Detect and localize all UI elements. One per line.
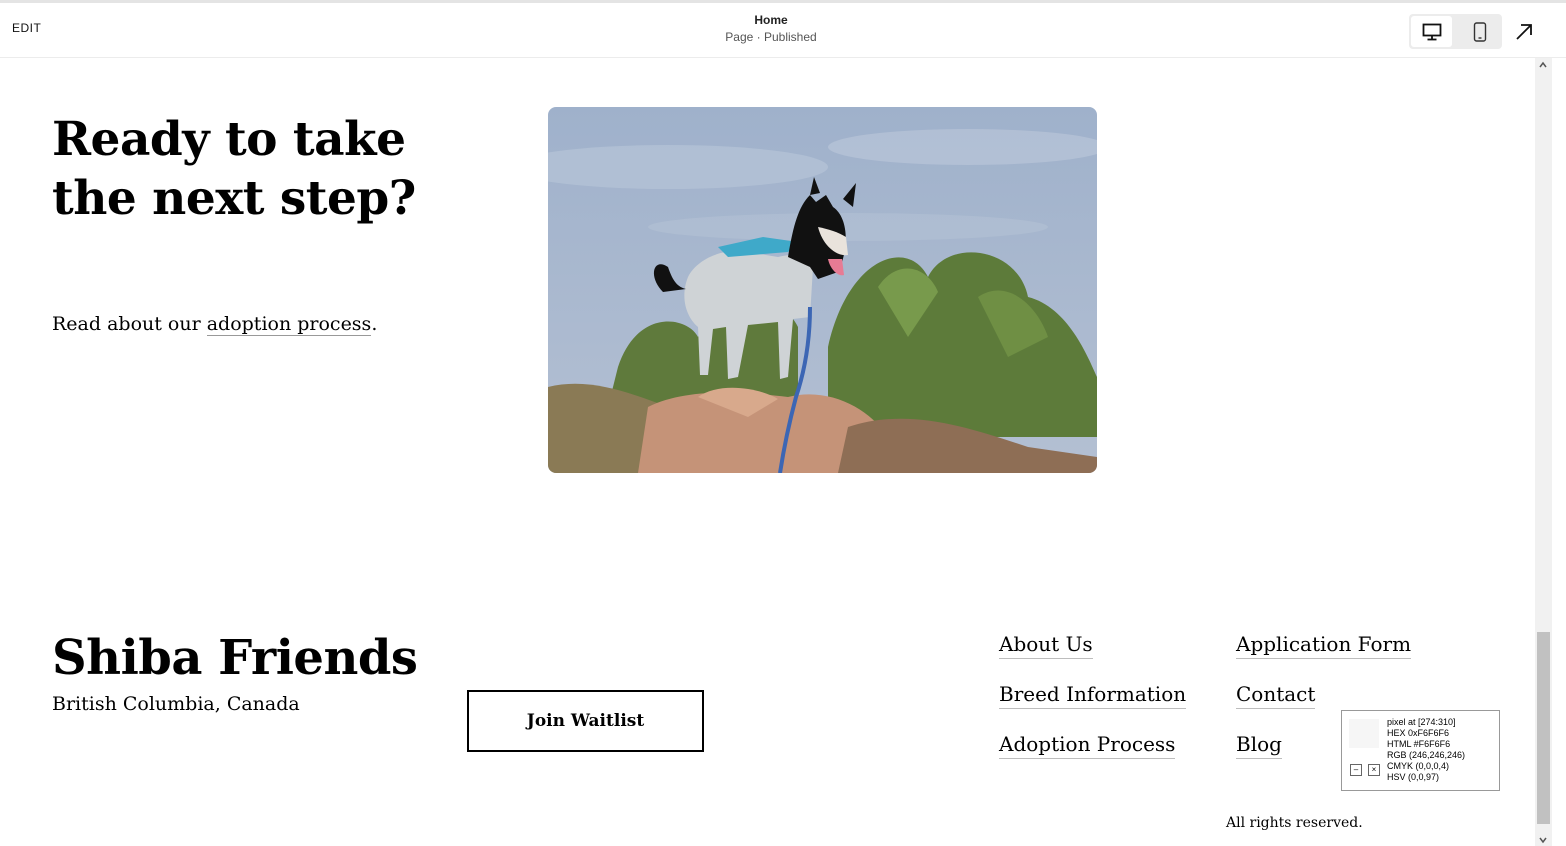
html-value: HTML #F6F6F6 [1387, 739, 1451, 749]
hsv-value: HSV (0,0,97) [1387, 772, 1440, 782]
close-icon[interactable]: × [1368, 764, 1380, 776]
headline-line-1: Ready to take [52, 112, 406, 167]
copyright-text: All rights reserved. [1226, 815, 1363, 831]
footer-nav-about-us[interactable]: About Us [999, 632, 1093, 659]
pixel-coordinate-readout: pixel at [274:310] [1387, 717, 1456, 727]
footer-brand: Shiba Friends [52, 630, 418, 686]
scroll-down-arrow-icon[interactable] [1538, 835, 1548, 845]
device-toggle [1409, 14, 1502, 49]
lead-text: Read about our adoption process. [52, 313, 378, 336]
scroll-up-arrow-icon[interactable] [1538, 60, 1548, 70]
rgb-value: RGB (246,246,246) [1387, 750, 1466, 760]
join-waitlist-button[interactable]: Join Waitlist [467, 690, 704, 752]
footer-nav-blog[interactable]: Blog [1236, 732, 1282, 759]
mobile-view-button[interactable] [1459, 16, 1500, 47]
adoption-process-link[interactable]: adoption process [206, 313, 372, 336]
cmyk-value: CMYK (0,0,0,4) [1387, 761, 1450, 771]
footer-nav-breed-information[interactable]: Breed Information [999, 682, 1187, 709]
desktop-view-button[interactable] [1411, 16, 1452, 47]
lead-prefix: Read about our [52, 313, 207, 335]
shiba-dog-photo [548, 107, 1097, 473]
lead-suffix: . [371, 313, 378, 335]
footer-nav-contact[interactable]: Contact [1236, 682, 1316, 709]
scrollbar-thumb[interactable] [1537, 632, 1550, 824]
footer-nav-application-form[interactable]: Application Form [1236, 632, 1412, 659]
page-status: Page · Published [725, 30, 817, 44]
desktop-icon [1422, 23, 1441, 40]
minimize-icon[interactable]: – [1350, 764, 1362, 776]
headline-line-2: the next step? [52, 171, 416, 226]
page-meta: Home Page · Published [0, 13, 1542, 44]
editor-toolbar: EDIT Home Page · Published [0, 3, 1566, 58]
color-swatch [1349, 719, 1379, 748]
section-headline: Ready to take the next step? [52, 110, 452, 228]
footer-location: British Columbia, Canada [52, 693, 300, 715]
page-title: Home [754, 13, 788, 27]
hex-value: HEX 0xF6F6F6 [1387, 728, 1450, 738]
arrow-up-right-icon[interactable] [1512, 20, 1536, 44]
mobile-icon [1473, 21, 1486, 42]
color-picker-tooltip: pixel at [274:310] HEX 0xF6F6F6 HTML #F6… [1341, 710, 1500, 791]
footer-nav-adoption-process[interactable]: Adoption Process [999, 732, 1176, 759]
color-values: pixel at [274:310] HEX 0xF6F6F6 HTML #F6… [1387, 717, 1465, 783]
